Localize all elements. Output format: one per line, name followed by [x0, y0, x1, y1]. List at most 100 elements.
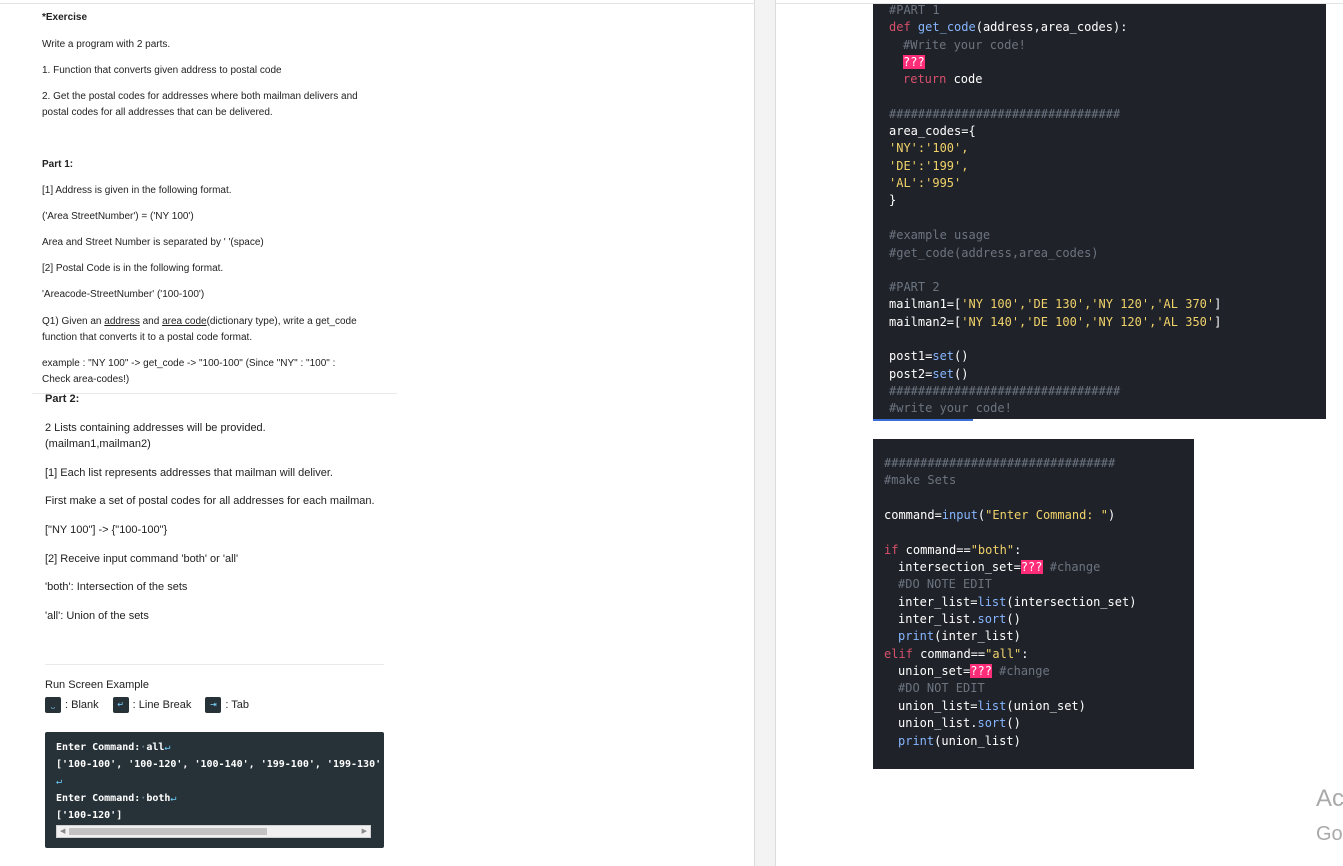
part2-heading: Part 2: — [45, 393, 80, 405]
question-text: Q1) Given an — [42, 316, 105, 327]
terminal-line-3: ↵ — [56, 776, 62, 787]
code-string: 'NY 100','DE 130','NY 120','AL 370' — [961, 297, 1215, 311]
code-text: command= — [884, 508, 942, 522]
horizontal-scrollbar[interactable]: ◀ ▶ — [56, 825, 371, 838]
code-line: if command=="both": — [884, 542, 1021, 559]
code-text: union_list. — [898, 716, 978, 730]
code-text: union_set= — [898, 664, 971, 678]
code-text: union_list= — [898, 699, 978, 713]
terminal-line-4: Enter Command:·both↵ — [56, 793, 176, 804]
part1-example-1: example : "NY 100" -> get_code -> "100-1… — [42, 358, 336, 369]
code-text: (intersection_set) — [1006, 595, 1137, 609]
code-comment: #PART 1 — [889, 4, 940, 17]
line-break-key-icon: ↵ — [112, 697, 129, 713]
part2-line-6: [2] Receive input command 'both' or 'all… — [45, 553, 239, 565]
part2-line-7: 'both': Intersection of the sets — [45, 581, 188, 593]
line-break-icon: ↵ — [56, 776, 63, 787]
code-line: mailman2=['NY 140','DE 100','NY 120','AL… — [889, 314, 1221, 331]
exercise-item-2a: 2. Get the postal codes for addresses wh… — [42, 91, 358, 102]
code-comment: #DO NOT EDIT — [898, 681, 985, 695]
code-string: 'NY 140','DE 100','NY 120','AL 350' — [961, 315, 1215, 329]
code-line: return code — [903, 71, 982, 88]
part2-line-3: [1] Each list represents addresses that … — [45, 467, 333, 479]
part2-line-4: First make a set of postal codes for all… — [45, 495, 375, 507]
code-text: code — [946, 72, 983, 86]
code-line: post1=set() — [889, 348, 969, 365]
code-text: inter_list. — [898, 612, 978, 626]
code-text: (union_set) — [1006, 699, 1086, 713]
code-line: print(inter_list) — [898, 628, 1021, 645]
code-comment: #make Sets — [884, 473, 957, 487]
exercise-title: *Exercise — [42, 12, 88, 23]
code-line: intersection_set=??? #change — [898, 559, 1100, 576]
run-screen-title: Run Screen Example — [45, 679, 149, 691]
code-comment: #DO NOTE EDIT — [898, 577, 992, 591]
part1-line-3: Area and Street Number is separated by '… — [42, 237, 264, 248]
code-text: (address,area_codes): — [975, 20, 1128, 34]
part2-line-8: 'all': Union of the sets — [45, 610, 149, 622]
code-line: inter_list.sort() — [898, 611, 1021, 628]
code-string: 'DE':'199', — [889, 159, 969, 173]
code-comment: ################################ — [889, 107, 1121, 121]
code-line: post2=set() — [889, 366, 969, 383]
code-text: : — [1014, 543, 1022, 557]
scrollbar-thumb[interactable] — [69, 828, 267, 835]
key-legend: ⎵ : Blank ↵ : Line Break ⇥ : Tab — [45, 697, 263, 713]
scroll-left-icon[interactable]: ◀ — [60, 827, 65, 836]
code-text: ) — [1107, 508, 1116, 522]
line-break-icon: ↵ — [164, 742, 171, 753]
code-function: list — [977, 595, 1007, 609]
run-divider — [45, 664, 384, 665]
code-function: input — [941, 508, 978, 522]
code-function: set — [932, 367, 955, 381]
terminal-line-1: Enter Command:·all↵ — [56, 742, 170, 753]
code-line: area_codes={ — [889, 124, 976, 138]
exercise-intro: Write a program with 2 parts. — [42, 39, 171, 50]
code-line: inter_list=list(intersection_set) — [898, 594, 1136, 611]
scroll-right-icon[interactable]: ▶ — [362, 827, 367, 836]
code-comment: #PART 2 — [889, 280, 940, 294]
code-text: command== — [912, 647, 986, 661]
code-panel-part1: #PART 1 def get_code(address,area_codes)… — [873, 4, 1326, 419]
code-text: () — [1006, 612, 1021, 626]
activation-watermark-line-1: Ac — [1316, 785, 1343, 812]
code-function: print — [898, 734, 935, 748]
exercise-document: *Exercise Write a program with 2 parts. … — [0, 0, 760, 866]
code-panel-part2: ################################ #make S… — [873, 439, 1194, 769]
part2-line-2: (mailman1,mailman2) — [45, 438, 151, 450]
code-line: def get_code(address,area_codes): — [889, 19, 1127, 36]
code-line: print(union_list) — [898, 733, 1021, 750]
code-comment: #change — [991, 664, 1050, 678]
code-text: inter_list= — [898, 595, 978, 609]
code-text: mailman2=[ — [889, 315, 962, 329]
blank-key-icon: ⎵ — [45, 697, 61, 713]
code-keyword: def — [889, 20, 911, 34]
terminal-line-2: ['100-100', '100-120', '100-140', '199-1… — [56, 759, 382, 770]
question-text: (dictionary type), write a get_code — [206, 316, 357, 327]
code-text: : — [1021, 647, 1029, 661]
part1-heading: Part 1: — [42, 159, 74, 170]
part1-question-line-2: function that converts it to a postal co… — [42, 332, 253, 343]
tab-key-icon: ⇥ — [205, 697, 222, 713]
run-screen-terminal[interactable]: Enter Command:·all↵ ['100-100', '100-120… — [45, 732, 384, 848]
code-line: union_set=??? #change — [898, 663, 1050, 680]
terminal-prompt: Enter Command: — [56, 742, 141, 753]
terminal-input: all — [146, 742, 165, 753]
code-function: set — [932, 349, 955, 363]
code-line: elif command=="all": — [884, 646, 1029, 663]
code-text: intersection_set= — [898, 560, 1021, 574]
page-separator — [754, 0, 776, 866]
code-comment: ################################ — [889, 384, 1121, 398]
code-text: (inter_list) — [934, 629, 1021, 643]
code-function: get_code — [917, 20, 976, 34]
code-text: mailman1=[ — [889, 297, 962, 311]
code-keyword: if — [884, 543, 899, 557]
code-comment: #Write your code! — [903, 38, 1026, 52]
code-function: sort — [977, 716, 1007, 730]
code-comment: #example usage — [889, 228, 991, 242]
panel-underline — [873, 419, 973, 421]
code-text: () — [954, 349, 969, 363]
code-comment: ################################ — [884, 456, 1116, 470]
code-text: ] — [1214, 315, 1222, 329]
code-line: } — [889, 193, 897, 207]
